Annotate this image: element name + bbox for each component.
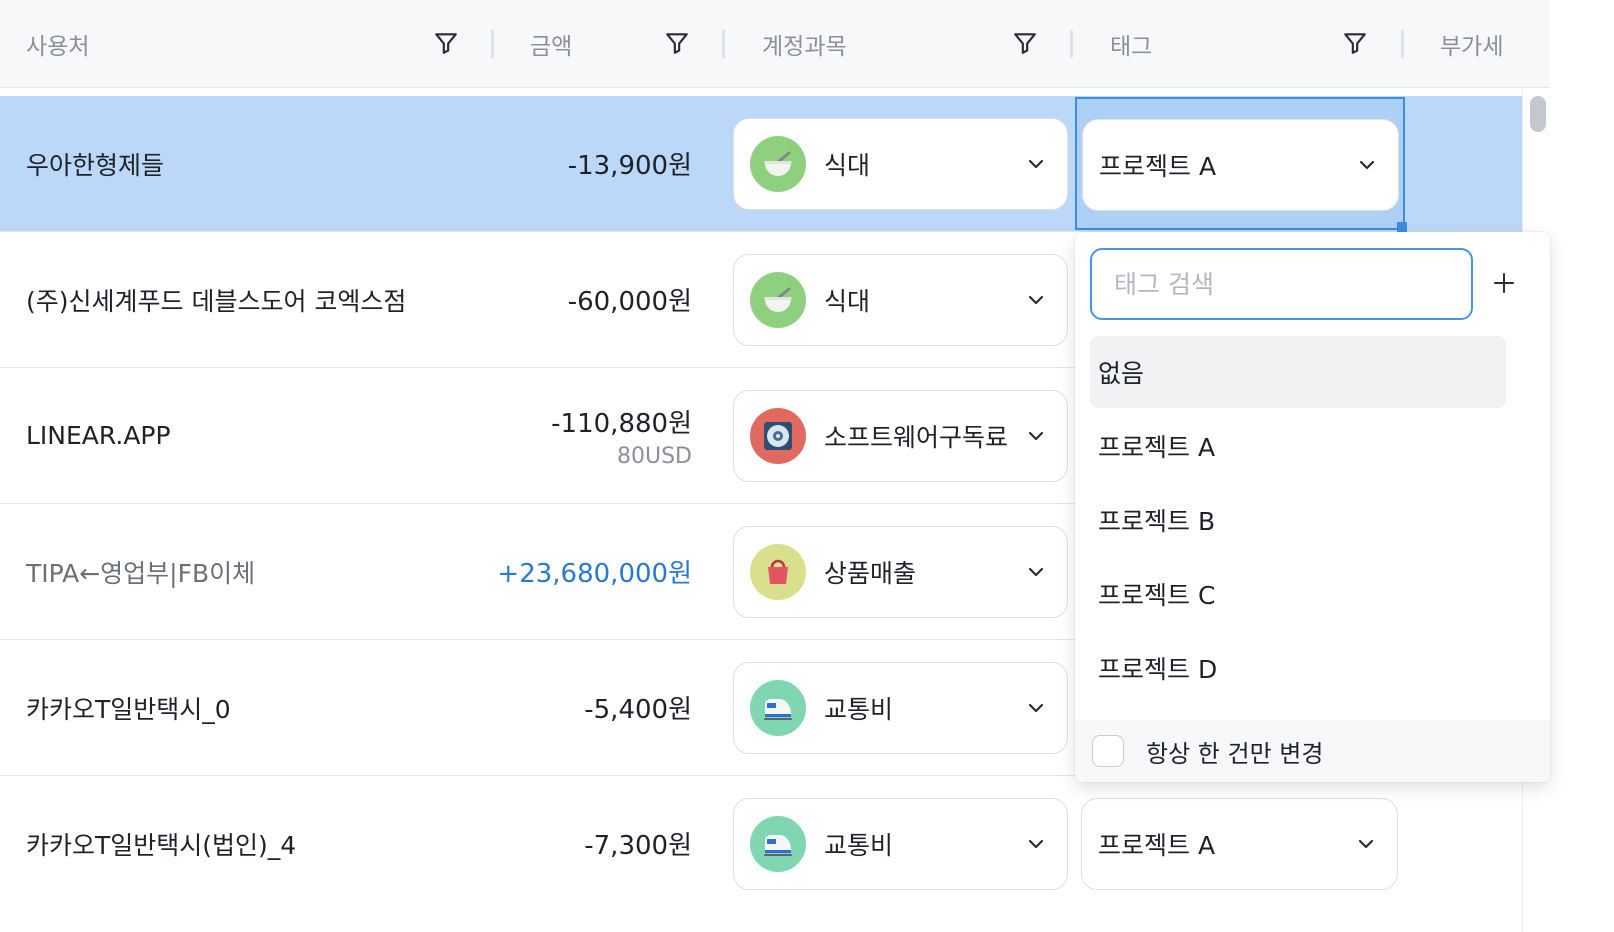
chevron-down-icon (1356, 154, 1378, 176)
filter-icon[interactable] (1010, 28, 1040, 58)
tag-cell-focused[interactable]: 프로젝트 A (1075, 97, 1407, 232)
column-resize-handle[interactable] (722, 30, 725, 58)
tag-option-none[interactable]: 없음 (1090, 336, 1506, 408)
train-icon (750, 816, 806, 872)
vendor-cell: 카카오T일반택시(법인)_4 (26, 830, 297, 860)
chevron-down-icon (1025, 425, 1047, 447)
account-label: 식대 (824, 287, 871, 316)
vendor-cell: LINEAR.APP (26, 421, 171, 450)
account-label: 교통비 (824, 831, 894, 860)
table-row[interactable]: 카카오T일반택시(법인)_4 -7,300원 교통비 프로젝트 A (0, 776, 1522, 932)
account-label: 소프트웨어구독료 (824, 423, 1009, 452)
chevron-down-icon (1025, 833, 1047, 855)
amount-value: +23,680,000원 (497, 559, 692, 589)
fill-handle[interactable] (1397, 222, 1407, 232)
chevron-down-icon (1025, 289, 1047, 311)
amount-value: -7,300원 (584, 831, 692, 861)
amount-value: -60,000원 (567, 287, 692, 317)
account-label: 교통비 (824, 695, 894, 724)
table-header: 사용처 금액 계정과목 태그 부가세 (0, 0, 1550, 88)
filter-icon[interactable] (1340, 28, 1370, 58)
scrollbar-thumb[interactable] (1530, 96, 1546, 132)
amount-cell: -60,000원 (568, 232, 692, 367)
plus-icon (1494, 273, 1514, 293)
tag-option[interactable]: 프로젝트 D (1090, 632, 1506, 704)
foreign-amount: 80USD (616, 443, 692, 469)
account-label: 식대 (824, 151, 871, 180)
amount-value: -5,400원 (584, 695, 692, 725)
tag-dropdown: 없음 프로젝트 A 프로젝트 B 프로젝트 C 프로젝트 D 항상 한 건만 변… (1075, 232, 1550, 782)
amount-cell: -110,880원 80USD (551, 368, 692, 503)
vendor-cell: 카카오T일반택시_0 (26, 694, 231, 724)
account-select[interactable]: 식대 (733, 118, 1068, 210)
chevron-down-icon (1025, 697, 1047, 719)
tag-option[interactable]: 프로젝트 A (1090, 410, 1506, 482)
vendor-cell: (주)신세계푸드 데블스도어 코엑스점 (26, 286, 407, 316)
disc-icon (750, 408, 806, 464)
column-header-vendor[interactable]: 사용처 (26, 0, 89, 88)
tag-label: 프로젝트 A (1098, 831, 1216, 860)
tag-search-box[interactable] (1090, 248, 1473, 320)
tag-option[interactable]: 프로젝트 B (1090, 484, 1506, 556)
account-select[interactable]: 식대 (733, 254, 1068, 346)
chevron-down-icon (1355, 833, 1377, 855)
amount-cell: -7,300원 (584, 776, 692, 911)
amount-cell: -13,900원 (568, 96, 692, 231)
dropdown-footer: 항상 한 건만 변경 (1075, 720, 1550, 782)
change-one-only-label[interactable]: 항상 한 건만 변경 (1146, 734, 1323, 769)
account-select[interactable]: 소프트웨어구독료 (733, 390, 1068, 482)
rice-bowl-icon (750, 136, 806, 192)
amount-value: -13,900원 (567, 151, 692, 181)
column-header-amount[interactable]: 금액 (530, 0, 572, 88)
vendor-cell: 우아한형제들 (26, 150, 165, 180)
account-select[interactable]: 교통비 (733, 662, 1068, 754)
shopping-bag-icon (750, 544, 806, 600)
vendor-cell: TIPA←영업부|FB이체 (26, 558, 256, 588)
tag-label: 프로젝트 A (1099, 152, 1217, 181)
tag-search-input[interactable] (1114, 269, 1444, 299)
account-select[interactable]: 상품매출 (733, 526, 1068, 618)
change-one-only-checkbox[interactable] (1092, 735, 1124, 767)
column-header-account[interactable]: 계정과목 (762, 0, 847, 88)
chevron-down-icon (1025, 561, 1047, 583)
train-icon (750, 680, 806, 736)
column-resize-handle[interactable] (1070, 30, 1073, 58)
column-header-vat[interactable]: 부가세 (1440, 0, 1503, 88)
amount-cell: +23,680,000원 (497, 504, 692, 639)
column-resize-handle[interactable] (491, 30, 494, 58)
tag-select[interactable]: 프로젝트 A (1081, 798, 1398, 890)
rice-bowl-icon (750, 272, 806, 328)
amount-value: -110,880원 (551, 408, 692, 439)
column-resize-handle[interactable] (1401, 30, 1404, 58)
add-tag-button[interactable] (1485, 264, 1523, 302)
tag-option[interactable]: 프로젝트 C (1090, 558, 1506, 630)
filter-icon[interactable] (662, 28, 692, 58)
filter-icon[interactable] (431, 28, 461, 58)
account-select[interactable]: 교통비 (733, 798, 1068, 890)
tag-select[interactable]: 프로젝트 A (1082, 119, 1399, 211)
amount-cell: -5,400원 (584, 640, 692, 775)
chevron-down-icon (1025, 153, 1047, 175)
column-header-tag[interactable]: 태그 (1110, 0, 1152, 88)
account-label: 상품매출 (824, 559, 917, 588)
